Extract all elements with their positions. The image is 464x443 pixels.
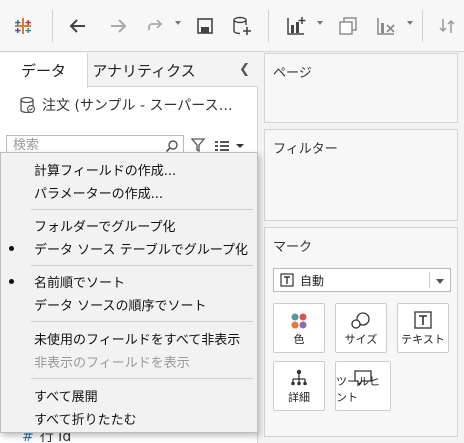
- color-mark-label: 色: [293, 333, 305, 346]
- menu-item-sort-by-name[interactable]: 名前順でソート: [1, 270, 257, 292]
- tab-data[interactable]: データ: [0, 53, 88, 88]
- redo-icon[interactable]: [142, 12, 168, 40]
- radio-bullet-icon: [9, 279, 14, 284]
- datasource-item[interactable]: 注文 (サンプル - スーパース…: [0, 88, 258, 122]
- marks-card: マーク 自動 色 サイズ テキスト 詳細 ツールヒント: [264, 227, 458, 437]
- tableau-logo-icon[interactable]: [10, 12, 36, 40]
- detail-icon: [291, 369, 307, 386]
- mark-type-dropdown[interactable]: 自動: [273, 268, 451, 292]
- menu-separator: [31, 378, 253, 379]
- back-arrow-icon[interactable]: [64, 12, 92, 40]
- tooltip-mark-button[interactable]: ツールヒント: [335, 361, 391, 411]
- swap-icon[interactable]: [434, 12, 460, 40]
- filter-icon[interactable]: [190, 137, 206, 153]
- radio-bullet-icon: [9, 246, 14, 251]
- menu-item-sort-by-datasource-order[interactable]: データ ソースの順序でソート: [1, 293, 257, 315]
- save-icon[interactable]: [192, 12, 218, 40]
- menu-item-show-hidden-fields: 非表示のフィールドを表示: [1, 350, 257, 372]
- detail-mark-button[interactable]: 詳細: [273, 361, 325, 411]
- text-mark-label: テキスト: [401, 333, 445, 346]
- color-dots-icon: [291, 313, 307, 329]
- menu-item-label: 名前順でソート: [34, 275, 126, 291]
- redo-dropdown-icon[interactable]: [175, 21, 181, 25]
- new-worksheet-dropdown-icon[interactable]: [317, 21, 323, 25]
- filters-shelf-title: フィルター: [273, 142, 338, 157]
- marks-title: マーク: [273, 240, 313, 255]
- menu-item-expand-all[interactable]: すべて展開: [1, 384, 257, 406]
- menu-item-label: データ ソース テーブルでグループ化: [34, 242, 249, 258]
- menu-separator: [31, 321, 253, 322]
- collapse-pane-icon[interactable]: ❮: [239, 62, 250, 77]
- context-menu: 計算フィールドの作成... パラメーターの作成... フォルダーでグループ化 デ…: [0, 152, 258, 433]
- menu-item-collapse-all[interactable]: すべて折りたたむ: [1, 407, 257, 429]
- chevron-down-icon: [236, 144, 244, 148]
- menu-item-label: 計算フィールドの作成...: [34, 163, 177, 179]
- datasource-icon: [20, 96, 36, 114]
- search-icon: [165, 140, 178, 153]
- menu-item-create-parameter[interactable]: パラメーターの作成...: [1, 181, 257, 203]
- chevron-down-icon: [436, 279, 444, 284]
- toolbar: [0, 0, 464, 52]
- menu-item-label: すべて折りたたむ: [34, 412, 137, 428]
- detail-mark-label: 詳細: [288, 391, 310, 404]
- menu-item-label: データ ソースの順序でソート: [34, 298, 207, 314]
- search-placeholder: 検索: [13, 138, 40, 153]
- tooltip-icon: [354, 370, 372, 387]
- menu-separator: [31, 265, 253, 266]
- menu-item-group-by-datasource-table[interactable]: データ ソース テーブルでグループ化: [1, 237, 257, 259]
- size-mark-label: サイズ: [344, 333, 378, 346]
- color-mark-button[interactable]: 色: [273, 303, 325, 353]
- menu-item-group-by-folder[interactable]: フォルダーでグループ化: [1, 214, 257, 236]
- text-mark-button[interactable]: テキスト: [397, 303, 449, 353]
- menu-item-label: パラメーターの作成...: [34, 186, 164, 202]
- tab-analytics[interactable]: アナリティクス: [88, 53, 200, 87]
- text-icon: [414, 311, 432, 329]
- menu-item-label: 未使用のフィールドをすべて非表示: [34, 332, 241, 348]
- menu-item-hide-unused-fields[interactable]: 未使用のフィールドをすべて非表示: [1, 327, 257, 349]
- clear-sheet-dropdown-icon[interactable]: [407, 21, 413, 25]
- forward-arrow-icon[interactable]: [104, 12, 132, 40]
- pages-shelf-title: ページ: [273, 66, 312, 81]
- new-worksheet-icon[interactable]: [282, 12, 310, 40]
- pages-shelf[interactable]: ページ: [264, 53, 458, 123]
- list-view-icon: [215, 141, 229, 151]
- menu-item-label: フォルダーでグループ化: [34, 219, 176, 235]
- menu-item-label: すべて展開: [34, 389, 98, 405]
- text-mark-icon: [280, 273, 294, 287]
- filters-shelf[interactable]: フィルター: [264, 129, 458, 221]
- datasource-label: 注文 (サンプル - スーパース…: [42, 98, 233, 114]
- size-mark-button[interactable]: サイズ: [335, 303, 387, 353]
- menu-item-create-calculated-field[interactable]: 計算フィールドの作成...: [1, 158, 257, 180]
- menu-item-label: 非表示のフィールドを表示: [34, 355, 190, 371]
- menu-separator: [31, 209, 253, 210]
- data-pane-tabs: データ アナリティクス ❮: [0, 53, 258, 88]
- size-icon: [351, 312, 370, 329]
- duplicate-icon[interactable]: [334, 12, 362, 40]
- clear-sheet-icon[interactable]: [372, 12, 400, 40]
- new-datasource-icon[interactable]: [228, 12, 256, 40]
- mark-type-value: 自動: [300, 273, 325, 288]
